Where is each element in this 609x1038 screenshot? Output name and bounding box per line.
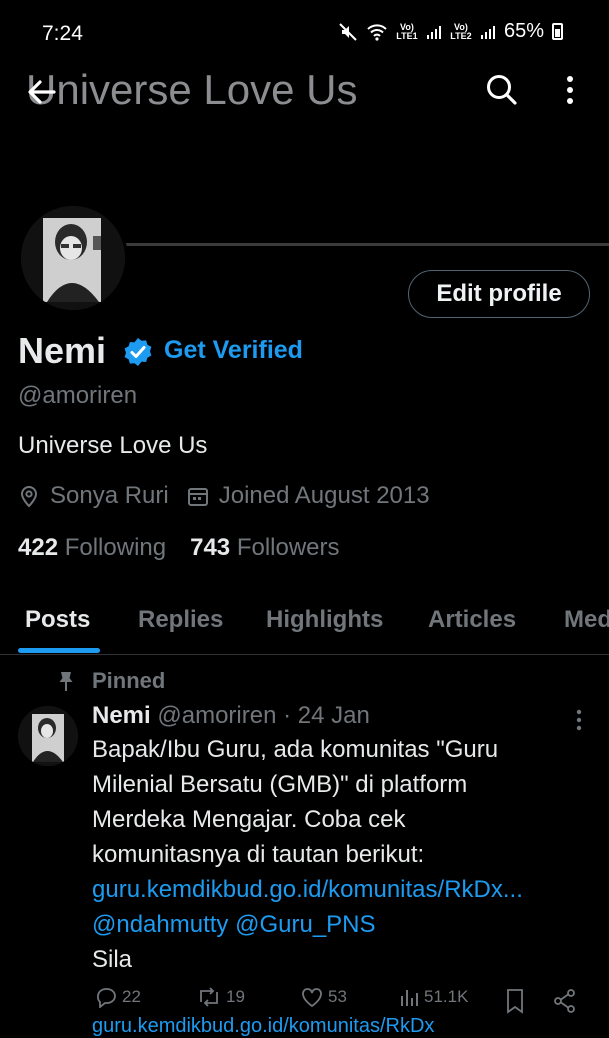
- reply-count: 22: [122, 987, 141, 1006]
- active-tab-indicator: [18, 648, 100, 653]
- followers-label: Followers: [236, 534, 340, 561]
- views-icon: [401, 990, 418, 1006]
- mute-icon: [339, 22, 357, 41]
- post-avatar-photo: [18, 706, 78, 766]
- following-link[interactable]: 422 Following: [18, 534, 166, 562]
- profile-meta: Sonya Ruri Joined August 2013: [18, 482, 430, 510]
- status-icons: Vo) LTE1 Vo) LTE2 65%: [338, 20, 563, 43]
- repost-icon: [200, 987, 218, 1007]
- post-mentions[interactable]: @ndahmutty @Guru_PNS: [92, 907, 592, 942]
- tab-highlights[interactable]: Highlights: [266, 606, 383, 634]
- follow-stats: 422 Following 743 Followers: [18, 534, 340, 562]
- header-title: Universe Love Us: [26, 66, 358, 113]
- reply-button[interactable]: 22: [94, 986, 141, 1008]
- profile-bio: Universe Love Us: [18, 432, 208, 459]
- reply-icon: [97, 988, 116, 1008]
- like-count: 53: [328, 987, 347, 1006]
- joined-text: Joined August 2013: [218, 482, 430, 509]
- battery-percent: 65%: [503, 20, 544, 42]
- edit-profile-button[interactable]: Edit profile: [408, 270, 590, 318]
- followers-count: 743: [190, 534, 231, 561]
- lte1-label: Vo) LTE1: [396, 21, 418, 41]
- post-link[interactable]: guru.kemdikbud.go.id/komunitas/RkDx...: [92, 872, 592, 907]
- like-button[interactable]: 53: [300, 986, 347, 1008]
- post-handle: @amoriren: [157, 702, 277, 729]
- tab-replies[interactable]: Replies: [138, 606, 223, 634]
- post-line: Bapak/Ibu Guru, ada komunitas "Guru: [92, 736, 499, 763]
- share-icon[interactable]: [552, 988, 578, 1014]
- repost-button[interactable]: 19: [196, 986, 245, 1008]
- pin-icon: [59, 672, 73, 691]
- display-name: Nemi: [18, 330, 107, 371]
- following-label: Following: [64, 534, 167, 561]
- tab-media[interactable]: Media: [564, 606, 609, 634]
- heart-icon: [302, 988, 322, 1008]
- calendar-icon: [187, 488, 208, 506]
- following-count: 422: [18, 534, 59, 561]
- next-post-peek: guru.kemdikbud.go.id/komunitas/RkDx: [92, 1015, 435, 1037]
- back-arrow-icon[interactable]: [24, 74, 60, 110]
- post-avatar[interactable]: [18, 706, 78, 766]
- profile-handle: @amoriren: [18, 382, 138, 409]
- post-author[interactable]: Nemi: [92, 702, 151, 729]
- post-more-icon[interactable]: [570, 708, 588, 732]
- search-icon[interactable]: [484, 72, 520, 108]
- bookmark-icon[interactable]: [504, 988, 526, 1014]
- tab-posts[interactable]: Posts: [25, 606, 90, 634]
- status-time: 7:24: [42, 22, 83, 45]
- banner-divider: [124, 243, 609, 246]
- profile-tabs: Posts Replies Highlights Articles Media: [0, 598, 609, 655]
- post-line: Merdeka Mengajar. Coba cek: [92, 806, 406, 833]
- more-vertical-icon[interactable]: [556, 72, 584, 108]
- profile-avatar[interactable]: [18, 203, 128, 313]
- pinned-label: Pinned: [92, 668, 166, 693]
- followers-link[interactable]: 743 Followers: [190, 534, 339, 562]
- post-date: · 24 Jan: [283, 702, 370, 729]
- post-line: Sila: [92, 946, 133, 973]
- post-body: Bapak/Ibu Guru, ada komunitas "Guru Mile…: [92, 732, 592, 977]
- post-line: komunitasnya di tautan berikut:: [92, 841, 425, 868]
- location-text: Sonya Ruri: [50, 482, 169, 509]
- get-verified-link[interactable]: Get Verified: [164, 336, 303, 365]
- avatar-photo: [21, 206, 125, 310]
- battery-icon: [552, 23, 563, 40]
- location-icon: [20, 486, 38, 508]
- post-actions: 22 19 53 51.1K: [92, 986, 592, 1018]
- lte2-label: Vo) LTE2: [450, 21, 472, 41]
- tab-articles[interactable]: Articles: [428, 606, 516, 634]
- wifi-icon: [367, 23, 387, 41]
- post-line: Milenial Bersatu (GMB)" di platform: [92, 771, 468, 798]
- signal-icon-2: [480, 25, 495, 39]
- repost-count: 19: [226, 987, 245, 1006]
- verified-badge-icon: [124, 338, 152, 366]
- views-count: 51.1K: [424, 987, 469, 1006]
- views-button[interactable]: 51.1K: [398, 986, 468, 1008]
- post-header: Nemi @amoriren · 24 Jan: [92, 702, 370, 730]
- signal-icon: [426, 25, 441, 39]
